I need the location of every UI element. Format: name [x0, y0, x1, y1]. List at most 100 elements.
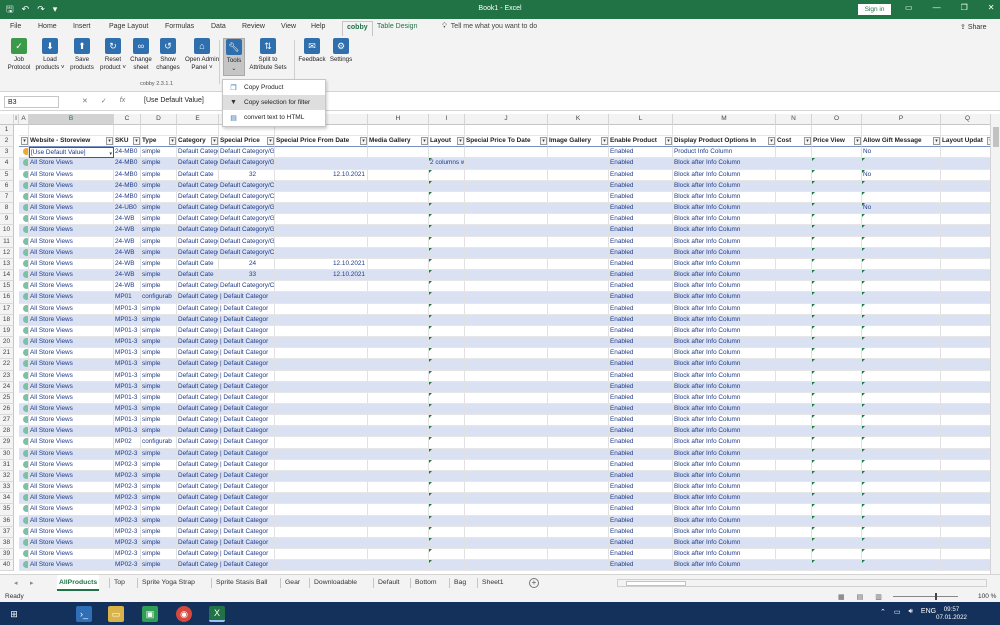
- empty-cell[interactable]: [548, 415, 609, 427]
- cell-spd[interactable]: [275, 214, 368, 226]
- row-header[interactable]: 28: [0, 426, 14, 438]
- cell-store[interactable]: All Store Views: [29, 191, 114, 204]
- empty-cell[interactable]: [19, 359, 29, 371]
- cell-cat[interactable]: Default Category/Men/Bottoms/Pants: [177, 303, 219, 315]
- cell-display[interactable]: Block after Info Column: [673, 270, 776, 282]
- cell-sp[interactable]: | Default Categor: [219, 426, 275, 438]
- empty-cell[interactable]: [368, 459, 429, 471]
- table-header-cell[interactable]: Image Gallery ▾: [548, 136, 609, 148]
- cell-sp[interactable]: | Default Categor: [219, 526, 275, 538]
- empty-cell[interactable]: [776, 415, 812, 427]
- cell-type[interactable]: simple: [141, 214, 177, 226]
- cell-sku[interactable]: MP01-3: [114, 415, 141, 427]
- cell-display[interactable]: Block after Info Column: [673, 437, 776, 449]
- change-sheet-button[interactable]: ∞ Change sheet: [128, 38, 154, 72]
- cell-store[interactable]: All Store Views: [29, 225, 114, 237]
- horizontal-scrollbar[interactable]: [617, 579, 987, 587]
- empty-cell[interactable]: [941, 170, 990, 181]
- cell-enable[interactable]: Enabled: [609, 426, 673, 438]
- empty-cell[interactable]: [548, 314, 609, 326]
- cell-layout[interactable]: [429, 549, 465, 561]
- cell-display[interactable]: Block after Info Column: [673, 203, 776, 215]
- cell-sp[interactable]: | Default Categor: [219, 337, 275, 349]
- cell-store[interactable]: All Store Views: [29, 459, 114, 471]
- cell-gift[interactable]: No: [862, 147, 941, 159]
- empty-cell[interactable]: [19, 437, 29, 449]
- empty-cell[interactable]: [776, 493, 812, 505]
- cell-type[interactable]: simple: [141, 314, 177, 326]
- cell-sp[interactable]: | Default Categor: [219, 415, 275, 427]
- empty-cell[interactable]: [941, 192, 990, 204]
- cell-layout[interactable]: [429, 147, 465, 159]
- cell-sku[interactable]: 24-WB: [114, 258, 141, 271]
- empty-cell[interactable]: [812, 203, 862, 215]
- row-header[interactable]: 32: [0, 470, 14, 483]
- cell-display[interactable]: Product Info Column: [673, 147, 776, 159]
- cell-sku[interactable]: MP01-3: [114, 325, 141, 338]
- cell-display[interactable]: Block after Info Column: [673, 381, 776, 393]
- cell-gift[interactable]: [862, 426, 941, 438]
- zoom-level[interactable]: 100 %: [978, 593, 996, 600]
- cell-sp[interactable]: | Default Categor: [219, 404, 275, 416]
- cell-spd[interactable]: [275, 225, 368, 237]
- tab-page-layout[interactable]: Page Layout: [109, 23, 148, 30]
- row-header[interactable]: 6: [0, 180, 14, 192]
- cell-dropdown-icon[interactable]: ▾: [109, 149, 112, 157]
- cell-layout[interactable]: [429, 381, 465, 393]
- cell-layout[interactable]: [429, 236, 465, 248]
- cell-display[interactable]: Block after Info Column: [673, 549, 776, 561]
- cell-store[interactable]: All Store Views: [29, 281, 114, 293]
- cell-enable[interactable]: Enabled: [609, 415, 673, 427]
- clock[interactable]: 09:57 07.01.2022: [936, 606, 967, 622]
- empty-cell[interactable]: [941, 537, 990, 550]
- cell-enable[interactable]: Enabled: [609, 448, 673, 460]
- cell-enable[interactable]: Enabled: [609, 169, 673, 181]
- empty-cell[interactable]: [548, 404, 609, 416]
- table-header-cell[interactable]: SKU ▾: [114, 136, 141, 148]
- empty-cell[interactable]: [465, 537, 548, 550]
- empty-cell[interactable]: [812, 404, 862, 416]
- cell-display[interactable]: Block after Info Column: [673, 415, 776, 427]
- cell-type[interactable]: simple: [141, 504, 177, 516]
- empty-cell[interactable]: [941, 147, 990, 159]
- cell-cat[interactable]: Default Category/Men/Bottoms/Pants: [177, 482, 219, 494]
- column-header[interactable]: H: [368, 114, 429, 125]
- cell-store[interactable]: All Store Views: [29, 303, 114, 315]
- empty-cell[interactable]: [465, 470, 548, 483]
- cell-store[interactable]: All Store Views: [29, 169, 114, 181]
- cell-display[interactable]: Block after Info Column: [673, 448, 776, 460]
- empty-cell[interactable]: [368, 147, 429, 159]
- empty-cell[interactable]: [19, 515, 29, 527]
- cell-cat[interactable]: Default Category/Men/Bottoms/Pants: [177, 404, 219, 416]
- cell-type[interactable]: simple: [141, 526, 177, 538]
- file-explorer-icon[interactable]: ▭: [108, 606, 124, 622]
- cell-layout[interactable]: [429, 258, 465, 271]
- empty-cell[interactable]: [548, 325, 609, 338]
- empty-cell[interactable]: [465, 426, 548, 438]
- cell-gift[interactable]: [862, 325, 941, 338]
- empty-cell[interactable]: [941, 404, 990, 416]
- empty-cell[interactable]: [465, 560, 548, 572]
- cell-cat[interactable]: Default Category/Gear: [177, 180, 219, 192]
- cell-enable[interactable]: Enabled: [609, 370, 673, 382]
- cell-cat[interactable]: Default Cate: [177, 169, 219, 181]
- empty-cell[interactable]: [465, 337, 548, 349]
- cell-sku[interactable]: MP01-3: [114, 381, 141, 393]
- empty-cell[interactable]: [548, 359, 609, 371]
- menu-item-copy-selection-for-filter[interactable]: ▼ Copy selection for filter: [223, 95, 325, 110]
- row-header[interactable]: 39: [0, 549, 14, 561]
- empty-cell[interactable]: [465, 225, 548, 237]
- empty-cell[interactable]: [368, 236, 429, 248]
- cell-cat[interactable]: Default Category/Gear: [177, 281, 219, 293]
- cell-type[interactable]: simple: [141, 404, 177, 416]
- cell-sp[interactable]: | Default Categor: [219, 314, 275, 326]
- cell-spd[interactable]: [275, 459, 368, 471]
- cell-spd[interactable]: [275, 493, 368, 505]
- empty-cell[interactable]: [812, 470, 862, 483]
- cell-enable[interactable]: Enabled: [609, 470, 673, 483]
- row-header[interactable]: 23: [0, 370, 14, 382]
- empty-cell[interactable]: [177, 125, 219, 137]
- empty-cell[interactable]: [941, 125, 990, 137]
- cell-sku[interactable]: 24-WB: [114, 247, 141, 259]
- row-header[interactable]: 3: [0, 147, 14, 159]
